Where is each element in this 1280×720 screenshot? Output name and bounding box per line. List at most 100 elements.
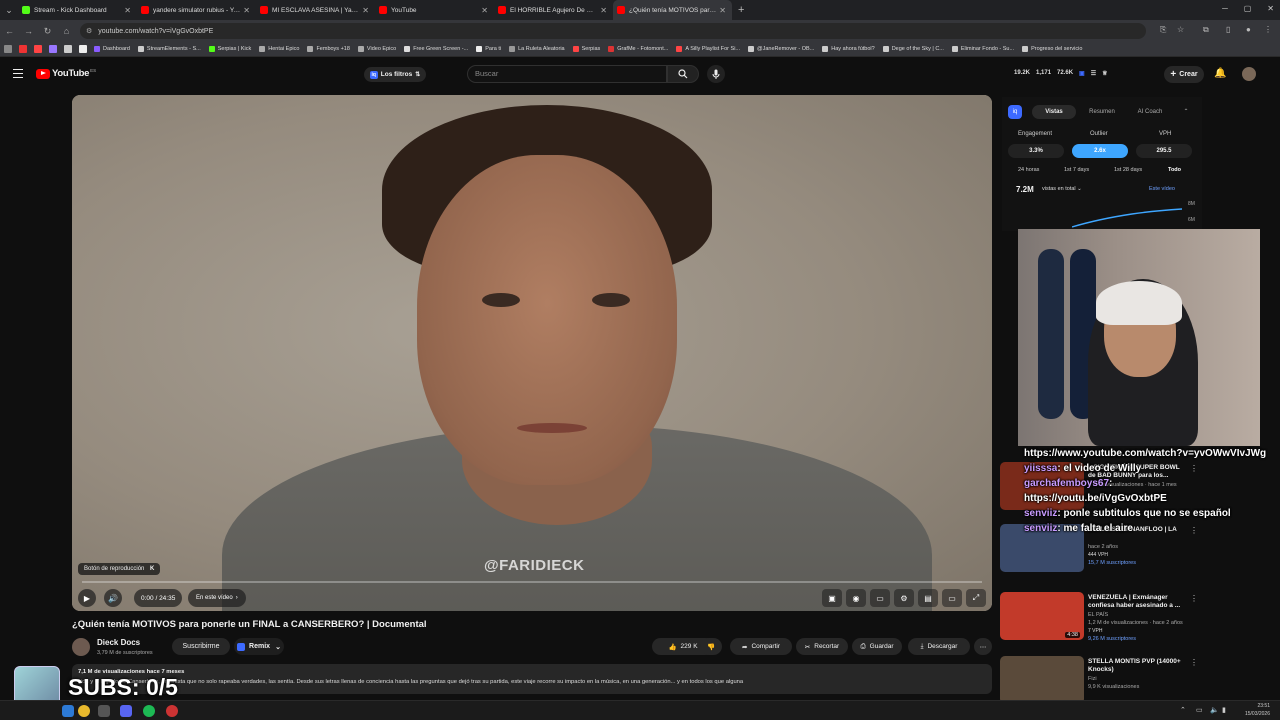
bookmark-icon[interactable] (49, 45, 57, 53)
bookmark-icon[interactable] (64, 45, 72, 53)
play-button[interactable]: ▶ (78, 589, 96, 607)
bookmark-item[interactable]: Femboys +18 (307, 46, 350, 52)
bookmark-item[interactable]: Hay ahora fútbol? (822, 46, 875, 52)
obs-icon[interactable] (166, 705, 178, 717)
browser-tab[interactable]: yandere simulator rubius - YouTube✕ (137, 0, 256, 20)
bookmark-item[interactable]: Para ti (476, 46, 501, 52)
remix-button[interactable]: Remix ⌄ (234, 638, 284, 655)
browser-tab[interactable]: ¿Quién tenía MOTIVOS para pon ✕ (613, 0, 732, 20)
playback-badge[interactable]: Botón de reproducción K (78, 563, 161, 575)
close-tab-icon[interactable]: ✕ (719, 6, 726, 15)
close-tab-icon[interactable]: ✕ (600, 6, 607, 15)
extension-icon[interactable]: ▣ (1079, 70, 1085, 77)
account-avatar[interactable] (1242, 67, 1256, 81)
bookmark-item[interactable]: Dashboard (94, 46, 130, 52)
search-input[interactable]: Buscar (467, 65, 667, 83)
url-field[interactable]: ⚙ youtube.com/watch?v=iVgGvOxbtPE (80, 23, 1146, 39)
download-button[interactable]: ⤓ Descargar (908, 638, 970, 655)
maximize-icon[interactable]: ▢ (1244, 4, 1252, 13)
collapse-icon[interactable]: ⌃ (1180, 105, 1192, 119)
search-button[interactable] (667, 65, 699, 83)
related-video[interactable]: VENEZUELA | Exmánager confiesa haber ase… (1000, 592, 1200, 642)
dislike-button[interactable]: 👎 (700, 638, 722, 655)
bookmark-item[interactable]: A Silly Playlist For Si... (676, 46, 740, 52)
menu-icon[interactable] (13, 69, 23, 78)
progress-bar[interactable] (82, 581, 982, 583)
menu-dots-icon[interactable]: ⋮ (1264, 25, 1272, 34)
theater-mode-icon[interactable]: ▭ (942, 589, 962, 607)
channel-avatar[interactable] (72, 638, 90, 656)
related-video[interactable]: STELLA MONTIS PVP (14000+ Knocks) Fizi 9,9… (1000, 656, 1200, 706)
close-tab-icon[interactable]: ✕ (243, 6, 250, 15)
bookmark-item[interactable]: Serpias | Kick (208, 46, 251, 52)
bookmark-item[interactable]: Progreso del servicio (1022, 46, 1082, 52)
period-24h[interactable]: 24 horas (1018, 167, 1039, 173)
close-tab-icon[interactable]: ✕ (362, 6, 369, 15)
share-button[interactable]: ➦ Compartir (730, 638, 792, 655)
period-28d[interactable]: 1st 28 days (1114, 167, 1142, 173)
tab-resumen[interactable]: Resumen (1082, 105, 1122, 119)
bookmark-item[interactable]: GrafMe - Fotomont... (608, 46, 668, 52)
close-tab-icon[interactable]: ✕ (124, 6, 131, 15)
metric-vph-value[interactable]: 295.5 (1136, 144, 1192, 158)
tab-vistas[interactable]: Vistas (1032, 105, 1076, 119)
more-dots-icon[interactable]: ⋮ (1190, 658, 1198, 667)
miniplayer-icon[interactable]: ▤ (918, 589, 938, 607)
new-tab-button[interactable]: + (738, 4, 744, 16)
clock[interactable]: 23:51 15/03/2026 (1245, 702, 1270, 718)
period-7d[interactable]: 1st 7 days (1064, 167, 1089, 173)
bookmark-icon[interactable] (79, 45, 87, 53)
close-window-icon[interactable]: ✕ (1267, 4, 1274, 13)
tab-ai-coach[interactable]: AI Coach (1130, 105, 1170, 119)
close-tab-icon[interactable]: ✕ (481, 6, 488, 15)
forward-icon[interactable]: → (19, 26, 38, 36)
bookmark-star-icon[interactable]: ☆ (1177, 25, 1184, 34)
chapters-button[interactable]: En este vídeo › (188, 589, 246, 607)
autoplay-toggle-icon[interactable]: ◉ (846, 589, 866, 607)
settings-gear-icon[interactable]: ⚙ (894, 589, 914, 607)
total-views-label[interactable]: vistas en total ⌄ (1042, 186, 1082, 192)
bookmark-item[interactable]: Eliminar Fondo - Su... (951, 46, 1014, 52)
network-icon[interactable]: ▭ (1196, 706, 1203, 714)
browser-tab[interactable]: Stream - Kick Dashboard ✕ (18, 0, 137, 20)
filters-button[interactable]: iq Los filtros ⇅ (364, 67, 426, 82)
tray-chevron-icon[interactable]: ⌃ (1180, 706, 1186, 714)
site-info-icon[interactable]: ⚙ (86, 27, 92, 35)
taskbar-app-icon[interactable] (62, 705, 74, 717)
voice-search-button[interactable] (707, 65, 725, 83)
subscribe-button[interactable]: Suscribirme (172, 638, 230, 655)
bookmark-item[interactable]: Hentai Epico (259, 46, 299, 52)
fullscreen-icon[interactable]: ⤢ (966, 589, 986, 607)
bookmark-item[interactable]: @JaneRemover - OB... (748, 46, 814, 52)
bookmark-item[interactable]: Dege of the Sky | C... (882, 46, 944, 52)
save-button[interactable]: ⎙ Guardar (852, 638, 902, 655)
period-all[interactable]: Todo (1168, 167, 1181, 173)
bookmark-item[interactable]: La Ruleta Aleatoria (509, 46, 565, 52)
create-button[interactable]: + Crear (1164, 66, 1204, 83)
extensions-icon[interactable]: ⧉ (1203, 25, 1209, 35)
profile-icon[interactable]: ● (1246, 25, 1251, 34)
video-player[interactable]: @FARIDIECK Botón de reproducción K ▶ 🔊 0… (72, 95, 992, 611)
chrome-icon[interactable] (78, 705, 90, 717)
bookmark-item[interactable]: StreamElements - S... (137, 46, 201, 52)
bookmark-icon[interactable] (34, 45, 42, 53)
trophy-icon[interactable]: ♕ (1102, 70, 1107, 77)
notifications-bell-icon[interactable]: 🔔 (1214, 68, 1226, 79)
home-icon[interactable]: ⌂ (57, 26, 76, 36)
description-box[interactable]: 7,1 M de visualizaciones hace 7 meses vi… (72, 664, 992, 694)
related-thumbnail[interactable] (1000, 656, 1084, 704)
metric-outlier-value[interactable]: 2.6x (1072, 144, 1128, 158)
install-icon[interactable]: ⎘ (1160, 25, 1166, 35)
taskbar-app-icon[interactable] (98, 705, 110, 717)
spotify-icon[interactable] (143, 705, 155, 717)
bookmark-icon[interactable] (19, 45, 27, 53)
volume-tray-icon[interactable]: 🔈 (1210, 706, 1219, 714)
tab-search-icon[interactable]: ⌄ (0, 0, 18, 20)
bookmark-item[interactable]: Video Epico (357, 46, 396, 52)
reload-icon[interactable]: ↻ (38, 26, 57, 37)
more-dots-icon[interactable]: ⋮ (1190, 594, 1198, 603)
metric-engagement-value[interactable]: 3.3% (1008, 144, 1064, 158)
more-actions-button[interactable]: ⋯ (974, 638, 992, 655)
battery-icon[interactable]: ▮ (1222, 706, 1226, 714)
minimize-icon[interactable]: ─ (1222, 4, 1228, 13)
